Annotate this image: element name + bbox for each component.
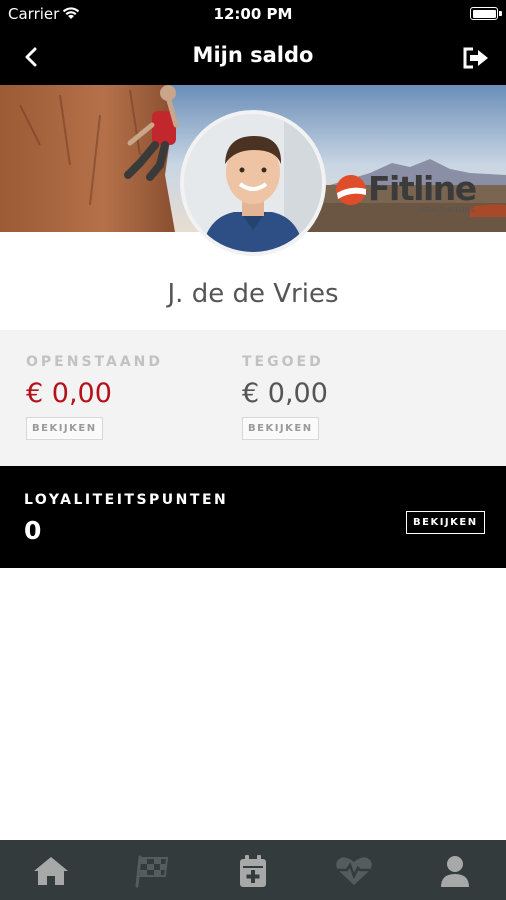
checkered-flag-icon [135,855,169,888]
profile-photo [184,114,322,252]
brand-name: Fitline [368,169,477,208]
brand-logo: Fitline HEALTHCLUBS [334,169,494,215]
credit-balance-label: TEGOED [242,354,324,370]
open-balance-amount: € 0,00 [26,378,112,409]
nav-bar: Mijn saldo [0,28,506,85]
logout-button[interactable] [462,46,490,70]
user-name: J. de de Vries [167,279,339,309]
tab-home[interactable] [31,854,71,888]
tab-bar [0,840,506,900]
brand-subtitle: HEALTHCLUBS [420,206,476,214]
tab-health[interactable] [334,854,374,888]
status-time: 12:00 PM [213,5,293,23]
user-icon [441,856,469,887]
tab-profile[interactable] [435,854,475,888]
tab-challenges[interactable] [132,854,172,888]
status-bar: Carrier 12:00 PM [0,0,506,28]
loyalty-view-button[interactable]: BEKIJKEN [406,511,485,534]
heart-pulse-icon [336,857,372,885]
balance-section: OPENSTAAND € 0,00 BEKIJKEN TEGOED € 0,00… [0,330,506,466]
avatar [180,110,326,256]
logout-icon [463,47,488,69]
tab-schedule[interactable] [233,854,273,888]
calendar-plus-icon [240,855,266,887]
credit-balance-view-button[interactable]: BEKIJKEN [242,417,319,440]
home-icon [34,857,68,885]
open-balance-view-button[interactable]: BEKIJKEN [26,417,103,440]
loyalty-label: LOYALITEITSPUNTEN [24,492,229,508]
open-balance-label: OPENSTAAND [26,354,163,370]
brand-logo-icon [336,175,366,205]
loyalty-points: 0 [24,516,42,545]
credit-balance: TEGOED € 0,00 BEKIJKEN [242,354,328,440]
open-balance: OPENSTAAND € 0,00 BEKIJKEN [26,354,163,440]
page-title: Mijn saldo [192,43,314,67]
credit-balance-amount: € 0,00 [242,378,328,409]
loyalty-section: LOYALITEITSPUNTEN 0 BEKIJKEN [0,466,506,568]
battery-icon [470,7,502,20]
